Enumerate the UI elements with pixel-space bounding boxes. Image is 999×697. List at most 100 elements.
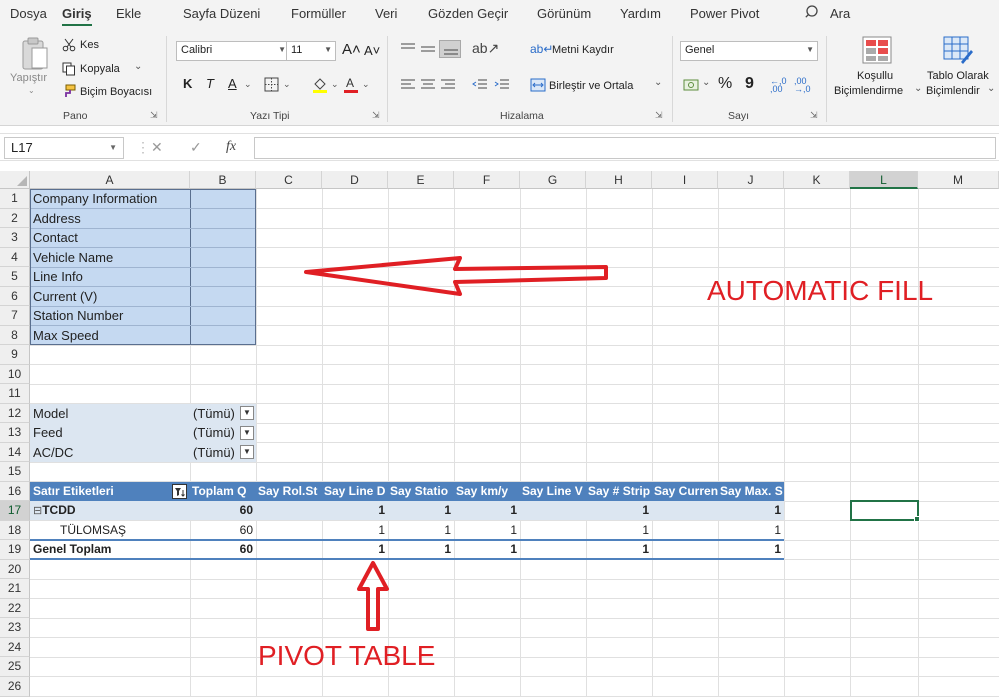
row-header-20[interactable]: 20 xyxy=(0,559,30,579)
pivot-cell[interactable]: 1 xyxy=(388,521,454,540)
row-header-11[interactable]: 11 xyxy=(0,384,30,404)
font-color-dropdown-icon[interactable]: ⌄ xyxy=(362,79,370,90)
merge-center-button[interactable]: Birleştir ve Ortala xyxy=(549,80,633,92)
increase-font-size-icon[interactable]: A˄ xyxy=(342,41,361,58)
row-header-4[interactable]: 4 xyxy=(0,247,30,267)
column-header-h[interactable]: H xyxy=(586,171,652,189)
orientation-icon[interactable]: ab↗ xyxy=(472,40,499,57)
number-format-combo[interactable]: Genel ▼ xyxy=(680,41,818,61)
underline-button[interactable]: A xyxy=(228,76,237,91)
pivot-header-col-1[interactable]: Toplam Q xyxy=(190,481,256,501)
pivot-cell[interactable] xyxy=(256,521,322,540)
pivot-cell[interactable]: 1 xyxy=(322,501,388,520)
font-color-icon[interactable]: A xyxy=(343,76,359,93)
enter-formula-icon[interactable]: ✓ xyxy=(190,139,202,156)
number-launcher-icon[interactable]: ⇲ xyxy=(810,110,818,121)
cell-a4[interactable]: Vehicle Name xyxy=(30,248,190,267)
tab-data[interactable]: Veri xyxy=(375,6,397,21)
row-header-7[interactable]: 7 xyxy=(0,306,30,326)
align-center-icon[interactable] xyxy=(420,79,436,91)
pivot-row-tulomsas[interactable]: TÜLOMSAŞ xyxy=(30,521,190,540)
italic-button[interactable]: T xyxy=(206,76,214,91)
pivot-cell[interactable]: 1 xyxy=(718,521,784,540)
pivot-cell[interactable]: 1 xyxy=(586,521,652,540)
pivot-cell[interactable] xyxy=(256,501,322,520)
search-box[interactable]: Ara xyxy=(830,6,850,21)
filter-value-model[interactable]: (Tümü) xyxy=(190,404,240,423)
pivot-header-col-2[interactable]: Say Rol.St xyxy=(256,481,322,501)
pivot-header-row-labels[interactable]: Satır Etiketleri xyxy=(30,481,190,501)
increase-indent-icon[interactable] xyxy=(494,79,510,91)
copy-dropdown-icon[interactable]: ⌄ xyxy=(134,61,142,72)
cell-a1[interactable]: Company Information xyxy=(30,189,190,208)
column-header-l[interactable]: L xyxy=(850,171,918,189)
wrap-text-button[interactable]: Metni Kaydır xyxy=(552,44,614,56)
pivot-header-col-5[interactable]: Say km/y xyxy=(454,481,520,501)
name-box[interactable]: L17 ▼ xyxy=(4,137,124,159)
clipboard-launcher-icon[interactable]: ⇲ xyxy=(150,110,158,121)
format-as-table-dropdown-icon[interactable]: ⌄ xyxy=(987,83,995,94)
merge-center-icon[interactable] xyxy=(530,78,546,92)
pivot-cell[interactable] xyxy=(520,501,586,520)
pivot-cell[interactable]: 1 xyxy=(454,540,520,559)
borders-icon[interactable] xyxy=(264,77,279,92)
comma-button[interactable]: 9 xyxy=(745,75,754,93)
format-painter-icon[interactable] xyxy=(62,84,76,98)
pivot-header-col-4[interactable]: Say Statio xyxy=(388,481,454,501)
alignment-launcher-icon[interactable]: ⇲ xyxy=(655,110,663,121)
filter-value-feed[interactable]: (Tümü) xyxy=(190,423,240,442)
filter-dropdown-feed[interactable]: ▼ xyxy=(240,425,254,440)
row-header-12[interactable]: 12 xyxy=(0,403,30,423)
row-header-17[interactable]: 17 xyxy=(0,501,30,521)
tab-insert[interactable]: Ekle xyxy=(116,6,141,21)
pivot-cell[interactable]: 1 xyxy=(388,540,454,559)
search-icon[interactable] xyxy=(805,4,821,20)
collapse-icon[interactable]: ⊟ xyxy=(33,505,42,517)
pivot-cell[interactable]: 1 xyxy=(718,540,784,559)
pivot-cell[interactable] xyxy=(520,540,586,559)
pivot-cell[interactable] xyxy=(256,540,322,559)
pivot-cell[interactable] xyxy=(652,540,718,559)
active-cell-l17[interactable] xyxy=(850,499,919,521)
row-header-26[interactable]: 26 xyxy=(0,676,30,697)
pivot-cell[interactable]: 1 xyxy=(322,521,388,540)
align-top-icon[interactable] xyxy=(400,43,416,55)
pivot-cell[interactable]: 1 xyxy=(454,501,520,520)
pivot-header-col-9[interactable]: Say Max. S xyxy=(718,481,784,501)
row-header-15[interactable]: 15 xyxy=(0,462,30,482)
align-middle-icon[interactable] xyxy=(420,43,436,55)
pivot-cell[interactable] xyxy=(652,521,718,540)
conditional-formatting-icon[interactable] xyxy=(862,36,892,64)
tab-page-layout[interactable]: Sayfa Düzeni xyxy=(183,6,260,21)
row-header-10[interactable]: 10 xyxy=(0,364,30,384)
percent-button[interactable]: % xyxy=(718,75,732,93)
align-right-icon[interactable] xyxy=(440,79,456,91)
paste-icon[interactable] xyxy=(20,36,50,72)
borders-dropdown-icon[interactable]: ⌄ xyxy=(283,79,291,90)
column-header-f[interactable]: F xyxy=(454,171,520,189)
pivot-cell[interactable]: 1 xyxy=(388,501,454,520)
column-header-i[interactable]: I xyxy=(652,171,718,189)
cell-a3[interactable]: Contact xyxy=(30,228,190,247)
column-header-d[interactable]: D xyxy=(322,171,388,189)
pivot-row-tcdd[interactable]: ⊟TCDD xyxy=(30,501,190,520)
pivot-row-grand-total[interactable]: Genel Toplam xyxy=(30,540,190,559)
format-as-table-button[interactable]: Biçimlendir xyxy=(926,85,980,97)
insert-function-button[interactable]: fx xyxy=(226,139,236,155)
font-name-combo[interactable]: Calibri ▼ xyxy=(176,41,290,61)
accounting-format-icon[interactable] xyxy=(683,78,699,92)
cell-a2[interactable]: Address xyxy=(30,209,190,228)
column-header-j[interactable]: J xyxy=(718,171,784,189)
column-header-c[interactable]: C xyxy=(256,171,322,189)
column-header-e[interactable]: E xyxy=(388,171,454,189)
column-header-a[interactable]: A xyxy=(30,171,190,189)
decrease-indent-icon[interactable] xyxy=(472,79,488,91)
accounting-dropdown-icon[interactable]: ⌄ xyxy=(702,77,710,88)
row-header-9[interactable]: 9 xyxy=(0,345,30,365)
copy-icon[interactable] xyxy=(62,62,76,76)
decrease-decimal-button[interactable]: ,00 →,0 xyxy=(794,77,812,94)
pivot-cell[interactable]: 60 xyxy=(190,501,256,520)
bold-button[interactable]: K xyxy=(183,76,192,91)
format-painter-button[interactable]: Biçim Boyacısı xyxy=(80,86,152,98)
column-header-k[interactable]: K xyxy=(784,171,850,189)
